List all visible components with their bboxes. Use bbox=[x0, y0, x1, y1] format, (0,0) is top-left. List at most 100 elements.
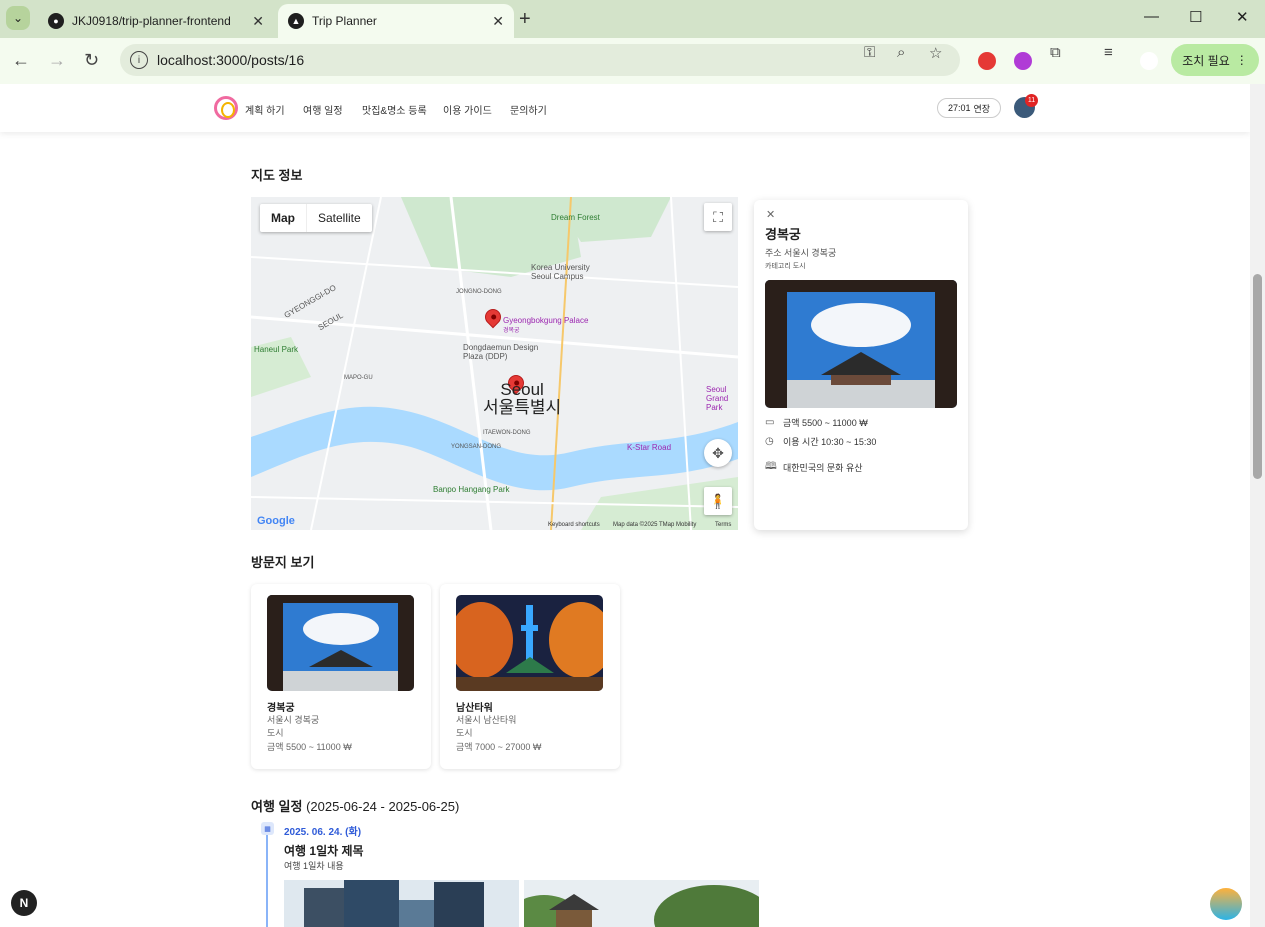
map-label-haneul-park: Haneul Park bbox=[254, 345, 299, 354]
scrollbar-thumb[interactable] bbox=[1253, 274, 1262, 479]
pegman-icon[interactable]: 🧍 bbox=[704, 487, 732, 515]
tab-trip-planner[interactable]: ▲ Trip Planner ✕ bbox=[278, 4, 514, 38]
place-address: 주소 서울시 경복궁 bbox=[765, 248, 837, 258]
nav-contact[interactable]: 문의하기 bbox=[510, 102, 547, 117]
app-logo[interactable] bbox=[214, 96, 238, 120]
extension-shield-icon[interactable] bbox=[978, 52, 996, 70]
media-playlist-icon[interactable]: ≡ bbox=[1104, 44, 1113, 61]
triangle-logo-icon: ▲ bbox=[288, 13, 304, 29]
visit-card[interactable]: 남산타워 서울시 남산타워 도시 금액 7000 ~ 27000 ₩ bbox=[440, 584, 620, 769]
city-name-ko: 서울특별시 bbox=[483, 398, 562, 417]
profile-avatar-icon[interactable] bbox=[1140, 52, 1158, 70]
map-data-attribution: Map data ©2025 TMap Mobility bbox=[613, 522, 697, 528]
camera-control-icon[interactable]: ✥ bbox=[704, 439, 732, 467]
place-price: 금액 5500 ~ 11000 ₩ bbox=[783, 418, 868, 428]
close-info-icon[interactable]: ✕ bbox=[766, 208, 775, 221]
url-text: localhost:3000/posts/16 bbox=[157, 52, 305, 68]
visits-section-title: 방문지 보기 bbox=[251, 555, 315, 570]
map-label-ddp: Dongdaemun Design Plaza (DDP) bbox=[463, 343, 539, 361]
page-scrollbar[interactable] bbox=[1250, 84, 1265, 927]
google-map[interactable]: Map Satellite ⛶ ✥ 🧍 Gyeongbokgung Palace… bbox=[251, 197, 738, 530]
visit-name: 경복궁 bbox=[267, 703, 295, 714]
visit-address: 서울시 남산타워 bbox=[456, 715, 517, 725]
maximize-icon[interactable]: ☐ bbox=[1189, 8, 1202, 26]
place-description: 대한민국의 문화 유산 bbox=[783, 463, 863, 473]
place-photo bbox=[765, 280, 957, 408]
bookmark-star-icon[interactable]: ☆ bbox=[929, 44, 942, 62]
timer-extend: 연장 bbox=[973, 103, 991, 114]
back-icon[interactable]: ← bbox=[12, 50, 30, 71]
day-title: 여행 1일차 제목 bbox=[284, 844, 364, 858]
extensions-puzzle-icon[interactable]: ⧉ bbox=[1050, 44, 1061, 61]
tab-github[interactable]: ● JKJ0918/trip-planner-frontend ✕ bbox=[38, 4, 274, 38]
price-row: ▭ 금액 5500 ~ 11000 ₩ bbox=[765, 416, 868, 429]
password-key-icon[interactable]: ⚿ bbox=[864, 44, 875, 61]
action-required-button[interactable]: 조치 필요 ⋮ bbox=[1171, 44, 1259, 76]
tab-title: Trip Planner bbox=[312, 14, 377, 28]
new-tab-icon[interactable]: + bbox=[519, 8, 531, 31]
close-tab-icon[interactable]: ✕ bbox=[492, 13, 504, 30]
schedule-timeline bbox=[266, 834, 268, 927]
schedule-range: (2025-06-24 - 2025-06-25) bbox=[306, 799, 460, 814]
hours-row: ◷ 이용 시간 10:30 ~ 15:30 bbox=[765, 435, 876, 448]
day-date: 2025. 06. 24. (화) bbox=[284, 827, 362, 838]
nav-register-places[interactable]: 맛집&명소 등록 bbox=[362, 102, 427, 117]
visit-photo bbox=[456, 595, 603, 691]
keyboard-shortcuts-link[interactable]: Keyboard shortcuts bbox=[548, 522, 600, 528]
github-icon: ● bbox=[48, 13, 64, 29]
day-calendar-icon: ▦ bbox=[261, 822, 274, 835]
day-photo bbox=[284, 880, 519, 927]
description-row: 🕮 대한민국의 문화 유산 bbox=[765, 459, 863, 476]
map-label-palace-ko: 경복궁 bbox=[503, 328, 520, 334]
place-category: 카테고리 도시 bbox=[765, 263, 806, 270]
terms-link[interactable]: Terms bbox=[715, 522, 731, 528]
map-label-banpo: Banpo Hangang Park bbox=[433, 485, 510, 494]
fullscreen-icon[interactable]: ⛶ bbox=[704, 203, 732, 231]
google-logo: Google bbox=[257, 515, 295, 527]
nav-plan[interactable]: 계획 하기 bbox=[245, 102, 285, 117]
map-label-seoul-grand: Seoul Grand Park bbox=[706, 385, 729, 412]
calendar-icon: ▭ bbox=[765, 417, 775, 428]
more-vert-icon: ⋮ bbox=[1235, 53, 1248, 67]
reload-icon[interactable]: ↻ bbox=[84, 50, 99, 71]
map-label-city: Seoul 서울특별시 bbox=[483, 381, 561, 417]
place-name: 경복궁 bbox=[765, 227, 801, 242]
map-type-control: Map Satellite bbox=[260, 204, 372, 232]
extension-profile-icon[interactable] bbox=[1014, 52, 1032, 70]
timer-value: 27:01 bbox=[947, 103, 971, 113]
nextjs-dev-badge[interactable]: N bbox=[11, 890, 37, 916]
close-tab-icon[interactable]: ✕ bbox=[252, 13, 264, 30]
city-name-en: Seoul bbox=[500, 380, 544, 399]
floating-chat-button[interactable] bbox=[1210, 888, 1242, 920]
zoom-icon[interactable]: ⌕ bbox=[897, 44, 905, 61]
notification-badge: 11 bbox=[1025, 94, 1038, 107]
map-type-map-button[interactable]: Map bbox=[260, 204, 307, 232]
visit-card[interactable]: 경복궁 서울시 경복궁 도시 금액 5500 ~ 11000 ₩ bbox=[251, 584, 431, 769]
map-type-satellite-button[interactable]: Satellite bbox=[307, 204, 372, 232]
book-icon: 🕮 bbox=[765, 461, 777, 472]
session-timer[interactable]: 27:01 연장 bbox=[937, 98, 1001, 118]
minimize-icon[interactable]: — bbox=[1144, 8, 1159, 25]
place-hours: 이용 시간 10:30 ~ 15:30 bbox=[783, 437, 877, 447]
map-label-dream-forest: Dream Forest bbox=[551, 213, 600, 222]
place-info-card: ✕ 경복궁 주소 서울시 경복궁 카테고리 도시 ▭ 금액 5500 ~ 110… bbox=[754, 200, 968, 530]
nav-guide[interactable]: 이용 가이드 bbox=[443, 102, 492, 117]
map-label-jongno: JONGNO-DONG bbox=[456, 289, 502, 295]
close-window-icon[interactable]: ✕ bbox=[1236, 8, 1249, 26]
visit-price: 금액 5500 ~ 11000 ₩ bbox=[267, 742, 352, 752]
visit-name: 남산타워 bbox=[456, 703, 493, 714]
address-bar[interactable]: i localhost:3000/posts/16 bbox=[120, 44, 960, 76]
app-navbar: 계획 하기 여행 일정 맛집&명소 등록 이용 가이드 문의하기 27:01 연… bbox=[0, 84, 1250, 132]
tab-search-chevron-icon[interactable]: ⌄ bbox=[6, 6, 30, 30]
tab-title: JKJ0918/trip-planner-frontend bbox=[72, 14, 231, 28]
schedule-title: 여행 일정 bbox=[251, 799, 303, 814]
schedule-section-title: 여행 일정 (2025-06-24 - 2025-06-25) bbox=[251, 796, 459, 815]
browser-tab-bar: ⌄ ● JKJ0918/trip-planner-frontend ✕ ▲ Tr… bbox=[0, 0, 1265, 38]
nav-schedule[interactable]: 여행 일정 bbox=[303, 102, 343, 117]
visit-price: 금액 7000 ~ 27000 ₩ bbox=[456, 742, 542, 752]
browser-toolbar: ← → ↻ i localhost:3000/posts/16 ⚿ ⌕ ☆ ⧉ … bbox=[0, 38, 1265, 84]
action-required-label: 조치 필요 bbox=[1182, 53, 1230, 68]
site-info-icon[interactable]: i bbox=[130, 51, 148, 69]
forward-icon[interactable]: → bbox=[48, 50, 66, 71]
map-section-title: 지도 정보 bbox=[251, 168, 303, 183]
